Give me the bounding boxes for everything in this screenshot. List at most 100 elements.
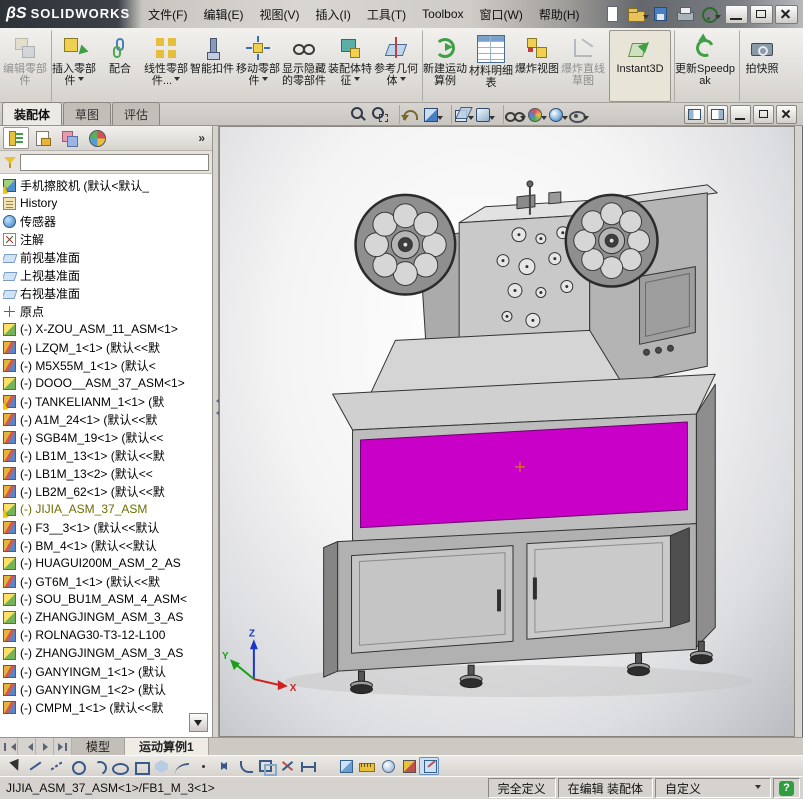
panel-overflow-chevron[interactable]: » <box>194 131 209 145</box>
status-custom-dropdown[interactable]: 自定义 <box>655 778 771 798</box>
window-control-button[interactable] <box>750 4 773 24</box>
panel-tab[interactable] <box>84 127 110 149</box>
tree-item[interactable]: (-) SOU_BU1M_ASM_4_ASM< <box>3 590 212 608</box>
tree-item[interactable]: 前视基准面 <box>3 248 212 266</box>
tree-item[interactable]: (-) LB1M_13<1> (默认<<默 <box>3 446 212 464</box>
tree-item[interactable]: 传感器 <box>3 212 212 230</box>
tree-item[interactable]: 上视基准面 <box>3 266 212 284</box>
tree-item[interactable]: (-) BM_4<1> (默认<<默认 <box>3 536 212 554</box>
command-tab[interactable]: 评估 <box>112 102 161 125</box>
previous-tab-button[interactable] <box>18 738 36 755</box>
view-tool-button[interactable] <box>348 105 369 124</box>
tree-item[interactable]: (-) GANYINGM_1<1> (默认 <box>3 662 212 680</box>
toolbar-button[interactable]: 新建运动算例 <box>422 30 468 102</box>
toolbar-button[interactable]: 插入零部件 <box>51 30 97 102</box>
tree-item[interactable]: (-) CMPM_1<1> (默认<<默 <box>3 698 212 716</box>
toolbar-button[interactable]: 移动零部件 <box>235 30 281 102</box>
line-icon[interactable] <box>25 757 45 775</box>
centerline-icon[interactable] <box>46 757 66 775</box>
tree-item[interactable]: (-) ZHANGJINGM_ASM_3_AS <box>3 608 212 626</box>
status-help-cell[interactable]: ? <box>773 778 800 798</box>
quick-tool-button[interactable] <box>674 4 695 24</box>
tree-item[interactable]: History <box>3 194 212 212</box>
point-icon[interactable] <box>193 757 213 775</box>
tree-item[interactable]: (-) LB1M_13<2> (默认<< <box>3 464 212 482</box>
toolbar-button[interactable]: 爆炸视图 <box>514 30 560 102</box>
measure-icon[interactable] <box>356 757 376 775</box>
view-tool-button[interactable] <box>546 105 568 124</box>
toolbar-button[interactable]: 智能扣件 <box>189 30 235 102</box>
quick-tool-button[interactable] <box>650 4 671 24</box>
tree-item[interactable]: (-) HUAGUI200M_ASM_2_AS <box>3 554 212 572</box>
tree-item[interactable]: (-) GANYINGM_1<2> (默认 <box>3 680 212 698</box>
graphics-viewport[interactable]: Z X Y <box>219 126 795 737</box>
tree-item[interactable]: 手机擦胶机 (默认<默认_ <box>3 176 212 194</box>
tree-item[interactable]: (-) SGB4M_19<1> (默认<< <box>3 428 212 446</box>
tree-item[interactable]: (-) ZHANGJINGM_ASM_3_AS <box>3 644 212 662</box>
toolbar-button[interactable]: 拍快照 <box>739 30 785 102</box>
document-control-button[interactable] <box>707 105 728 124</box>
tree-item[interactable]: (-) TANKELIANM_1<1> (默 <box>3 392 212 410</box>
menu-item[interactable]: 插入(I) <box>308 0 359 28</box>
window-control-button[interactable] <box>775 4 798 24</box>
polygon-icon[interactable] <box>151 757 171 775</box>
menu-item[interactable]: 帮助(H) <box>531 0 588 28</box>
toolbar-button[interactable]: 材料明细表 <box>468 30 514 102</box>
command-tab[interactable]: 草图 <box>63 102 112 125</box>
section-tool-icon[interactable] <box>398 757 418 775</box>
toolbar-button[interactable]: 显示隐藏的零部件 <box>281 30 327 102</box>
tree-item[interactable]: (-) LZQM_1<1> (默认<<默 <box>3 338 212 356</box>
select-icon[interactable] <box>4 757 24 775</box>
rectangle-icon[interactable] <box>130 757 150 775</box>
toolbar-button[interactable]: 配合 <box>97 30 143 102</box>
view-tool-button[interactable] <box>473 105 495 124</box>
menu-item[interactable]: 文件(F) <box>140 0 195 28</box>
trim-icon[interactable] <box>277 757 297 775</box>
toolbar-button[interactable]: 线性零部件... <box>143 30 189 102</box>
mirror-icon[interactable] <box>214 757 234 775</box>
iso-cube-icon[interactable] <box>335 757 355 775</box>
offset-icon[interactable] <box>256 757 277 776</box>
last-tab-button[interactable] <box>54 738 72 755</box>
tree-item[interactable]: 右视基准面 <box>3 284 212 302</box>
model-3d[interactable]: Z X Y <box>220 127 794 736</box>
first-tab-button[interactable] <box>0 738 18 755</box>
view-tool-button[interactable] <box>503 105 526 124</box>
document-control-button[interactable] <box>776 105 797 124</box>
tree-item[interactable]: (-) M5X55M_1<1> (默认< <box>3 356 212 374</box>
view-tool-button[interactable] <box>369 105 390 124</box>
tree-item[interactable]: 注解 <box>3 230 212 248</box>
tree-item[interactable]: (-) F3__3<1> (默认<<默认 <box>3 518 212 536</box>
tree-item[interactable]: (-) ROLNAG30-T3-12-L100 <box>3 626 212 644</box>
model-tab[interactable]: 模型 <box>72 738 126 755</box>
mass-properties-icon[interactable] <box>377 757 397 775</box>
tree-item[interactable]: (-) JIJIA_ASM_37_ASM <box>3 500 212 518</box>
panel-tab[interactable] <box>30 127 56 149</box>
tree-scroll-down-button[interactable] <box>189 713 208 732</box>
fillet-icon[interactable] <box>235 757 255 775</box>
circle-icon[interactable] <box>67 757 87 775</box>
menu-item[interactable]: 视图(V) <box>252 0 308 28</box>
tree-item[interactable]: (-) A1M_24<1> (默认<<默 <box>3 410 212 428</box>
feature-filter-input[interactable] <box>20 153 209 171</box>
ellipse-icon[interactable] <box>109 757 129 775</box>
toolbar-button[interactable]: 爆炸直线草图 <box>560 30 606 102</box>
toolbar-button[interactable]: 参考几何体 <box>373 30 419 102</box>
view-tool-button[interactable] <box>525 105 547 124</box>
toolbar-button[interactable]: 编辑零部件 <box>2 30 48 102</box>
tree-item[interactable]: (-) X-ZOU_ASM_11_ASM<1> <box>3 320 212 338</box>
window-control-button[interactable] <box>725 4 748 24</box>
toolbar-button[interactable]: Instant3D <box>609 30 671 102</box>
sketch-mode-icon[interactable] <box>419 757 439 775</box>
quick-tool-button[interactable] <box>698 4 721 24</box>
view-tool-button[interactable] <box>451 105 474 124</box>
dimension-icon[interactable] <box>298 757 318 775</box>
quick-tool-button[interactable] <box>626 4 649 24</box>
view-tool-button[interactable] <box>399 105 421 124</box>
command-tab[interactable]: 装配体 <box>2 102 63 125</box>
filter-funnel-icon[interactable] <box>3 155 17 169</box>
model-tab[interactable]: 运动算例1 <box>125 738 209 755</box>
spline-icon[interactable] <box>172 757 192 775</box>
menu-item[interactable]: 编辑(E) <box>196 0 252 28</box>
toolbar-button[interactable]: 更新Speedpak <box>674 30 736 102</box>
